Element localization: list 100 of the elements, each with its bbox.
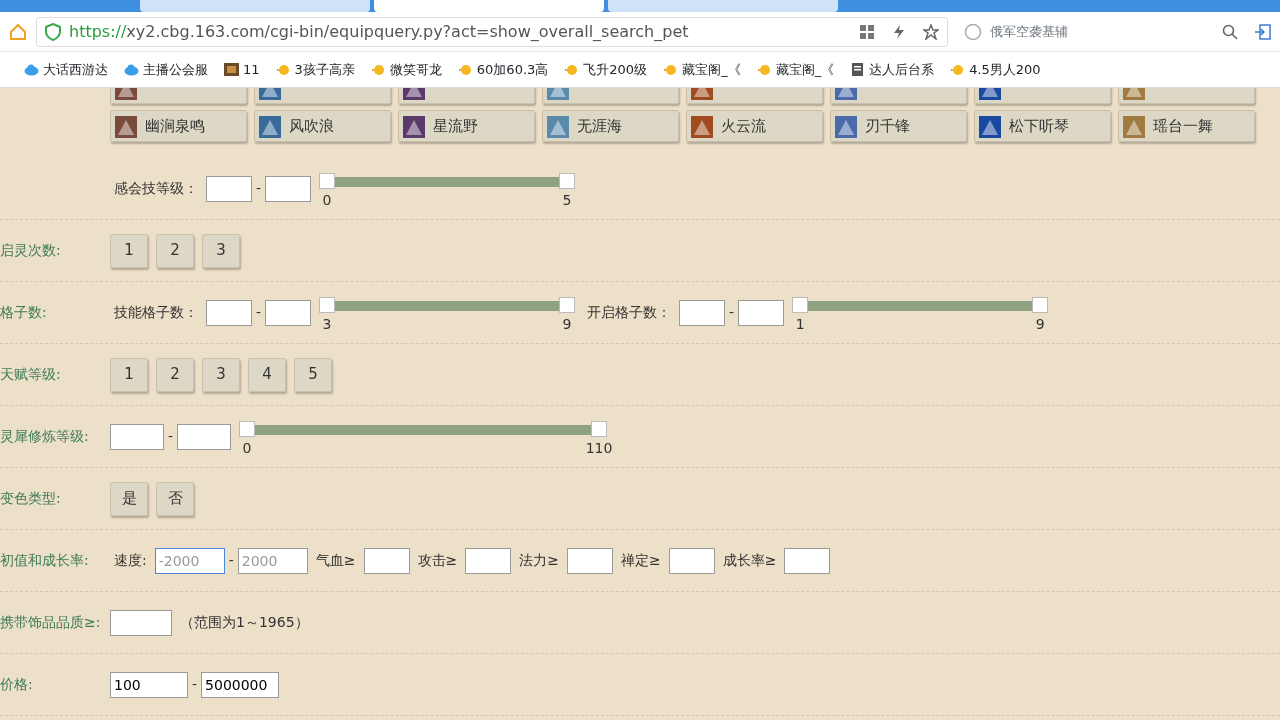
skill-icon xyxy=(979,115,1001,138)
chick-icon xyxy=(756,63,772,76)
input-field[interactable] xyxy=(177,423,232,450)
field-label: 初值和成长率: xyxy=(0,551,90,570)
bookmark[interactable]: 60加60.3高 xyxy=(457,59,549,80)
bookmark[interactable]: 达人后台系 xyxy=(850,59,935,80)
option-button[interactable]: 是 xyxy=(110,481,148,516)
chick-icon xyxy=(663,63,679,76)
chick-icon xyxy=(950,63,966,76)
chick-icon xyxy=(564,63,580,76)
input-field[interactable] xyxy=(110,423,164,450)
slider-min-label: 1 xyxy=(795,314,805,334)
option-button[interactable]: 2 xyxy=(156,233,194,268)
skill-button[interactable]: 无涯海 xyxy=(542,110,679,142)
range-dash: - xyxy=(168,427,174,446)
field-label: 技能格子数： xyxy=(114,303,198,322)
option-button[interactable]: 1 xyxy=(110,357,148,392)
bookmark[interactable]: 11 xyxy=(224,59,260,80)
field-label: （范围为1～1965） xyxy=(180,613,309,632)
field-label: 启灵次数: xyxy=(0,241,62,260)
slider-handle[interactable] xyxy=(239,420,256,437)
input-field[interactable] xyxy=(668,547,715,574)
slider-min-label: 0 xyxy=(242,438,252,458)
input-field[interactable] xyxy=(784,547,831,574)
slider-handle[interactable] xyxy=(1032,296,1049,313)
exit-icon[interactable] xyxy=(1254,21,1272,42)
option-button[interactable]: 4 xyxy=(248,357,286,392)
input-field[interactable] xyxy=(567,547,613,574)
skill-button[interactable]: 刃千锋 xyxy=(830,110,967,142)
field-label: 天赋等级: xyxy=(0,365,62,384)
skill-button[interactable]: 星流野 xyxy=(398,110,535,142)
search-text[interactable]: 俄军空袭基辅 xyxy=(990,21,1068,42)
option-button[interactable]: 5 xyxy=(294,357,332,392)
option-button[interactable]: 3 xyxy=(202,357,240,392)
field-label: 变色类型: xyxy=(0,489,62,508)
slider-handle[interactable] xyxy=(591,420,608,437)
option-button[interactable]: 1 xyxy=(110,233,148,268)
field-label: 成长率≥ xyxy=(722,551,777,570)
slider-max-label: 9 xyxy=(562,314,572,334)
input-field[interactable]: -2000 xyxy=(154,547,225,574)
range-dash: - xyxy=(256,303,262,322)
skill-icon xyxy=(403,115,425,138)
bookmark[interactable]: 4.5男人200 xyxy=(950,59,1041,80)
option-button[interactable]: 3 xyxy=(202,233,240,268)
skill-icon xyxy=(835,115,857,138)
field-label: 气血≥ xyxy=(315,551,356,570)
field-label: 灵犀修炼等级: xyxy=(0,427,90,446)
field-label: 攻击≥ xyxy=(417,551,458,570)
skill-icon xyxy=(1123,115,1145,138)
skill-icon xyxy=(691,115,713,138)
search-engine-icon xyxy=(964,21,982,42)
skill-icon xyxy=(259,115,281,138)
option-button[interactable]: 2 xyxy=(156,357,194,392)
field-label: 法力≥ xyxy=(519,551,559,570)
skill-button[interactable]: 松下听琴 xyxy=(974,110,1111,142)
input-field[interactable] xyxy=(265,175,312,202)
bookmark[interactable]: 主播公会服 xyxy=(124,59,208,80)
skill-button[interactable]: 火云流 xyxy=(686,110,823,142)
slider-handle[interactable] xyxy=(792,296,809,313)
input-field[interactable] xyxy=(679,299,726,326)
bookmark[interactable]: 藏宝阁_《 xyxy=(756,59,835,80)
input-field[interactable] xyxy=(206,175,252,202)
input-field[interactable] xyxy=(110,609,172,636)
slider-max-label: 9 xyxy=(1035,314,1045,334)
slider-min-label: 0 xyxy=(322,190,332,210)
field-label: 携带饰品品质≥: xyxy=(0,613,102,632)
input-field[interactable]: 2000 xyxy=(237,547,308,574)
slider-handle[interactable] xyxy=(559,172,576,189)
chick-icon xyxy=(457,63,473,76)
bookmark[interactable]: 大话西游达 xyxy=(24,59,108,80)
field-label: 速度: xyxy=(114,551,147,570)
input-field[interactable]: 100 xyxy=(110,671,188,698)
skill-button[interactable]: 瑶台一舞 xyxy=(1118,110,1255,142)
range-dash: - xyxy=(228,551,234,570)
input-field[interactable]: 5000000 xyxy=(201,671,280,698)
skill-icon xyxy=(547,115,569,138)
field-label: 禅定≥ xyxy=(621,551,661,570)
slider-min-label: 3 xyxy=(322,314,332,334)
bookmark[interactable]: 藏宝阁_《 xyxy=(663,59,741,80)
input-field[interactable] xyxy=(738,299,785,326)
slider-handle[interactable] xyxy=(319,296,336,313)
chick-icon xyxy=(275,63,291,76)
input-field[interactable] xyxy=(265,299,312,326)
star-icon[interactable] xyxy=(923,21,939,42)
bookmark[interactable]: 3孩子高亲 xyxy=(275,59,355,80)
shield-icon xyxy=(45,21,61,42)
input-field[interactable] xyxy=(206,299,252,326)
skill-button[interactable]: 幽涧泉鸣 xyxy=(110,110,247,142)
home-icon[interactable] xyxy=(8,21,28,42)
bookmark[interactable]: 飞升200级 xyxy=(564,59,648,80)
input-field[interactable] xyxy=(465,547,512,574)
cloud-icon xyxy=(24,63,39,76)
range-dash: - xyxy=(192,675,198,694)
slider-handle[interactable] xyxy=(559,296,576,313)
bookmark[interactable]: 微笑哥龙 xyxy=(370,59,442,80)
skill-button[interactable]: 风吹浪 xyxy=(254,110,391,142)
input-field[interactable] xyxy=(363,547,410,574)
slider-handle[interactable] xyxy=(319,172,336,189)
cloud-icon xyxy=(124,63,139,76)
option-button[interactable]: 否 xyxy=(156,481,194,516)
